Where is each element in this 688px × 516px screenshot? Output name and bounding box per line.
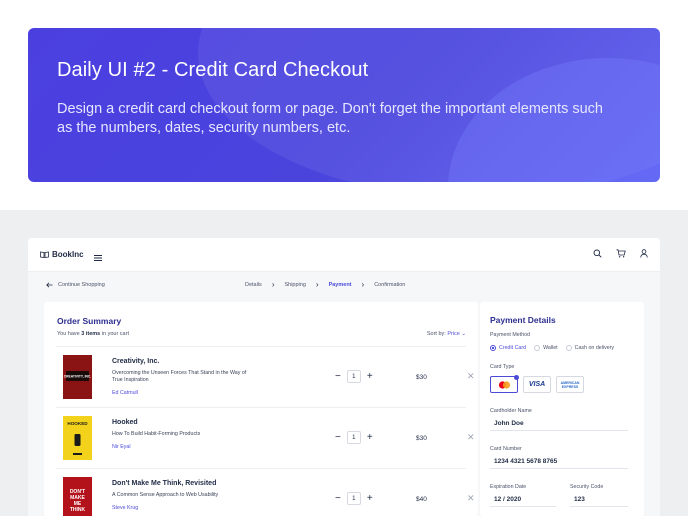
mastercard-icon xyxy=(498,380,510,389)
book-cover-image: DON'T MAKE ME THINK xyxy=(63,477,92,516)
book-cover-image: CREATIVITY, INC. xyxy=(63,355,92,399)
checkout-stepper: Continue Shopping Details › Shipping › P… xyxy=(28,278,660,294)
increase-button[interactable]: + xyxy=(367,432,373,443)
remove-item-icon[interactable]: ✕ xyxy=(467,493,475,504)
quantity-value[interactable]: 1 xyxy=(346,492,361,505)
cart-count-suffix: in your cart xyxy=(100,331,129,337)
quantity-value[interactable]: 1 xyxy=(346,431,361,444)
expiration-date-label: Expiration Date xyxy=(490,484,527,490)
chevron-right-icon: › xyxy=(271,280,275,289)
book-title[interactable]: Creativity, Inc. xyxy=(112,358,159,365)
chevron-right-icon: › xyxy=(361,280,365,289)
cardholder-name-input[interactable]: John Doe xyxy=(490,417,628,431)
radio-icon xyxy=(534,345,541,351)
security-code-label: Security Code xyxy=(570,484,604,490)
method-label: Cash on delivery xyxy=(574,345,615,351)
card-type-mastercard[interactable] xyxy=(490,375,519,393)
quantity-stepper: − 1 + xyxy=(335,492,373,505)
method-label: Wallet xyxy=(543,345,558,351)
top-navbar: BookInc xyxy=(28,238,660,272)
search-icon[interactable] xyxy=(593,249,602,258)
remove-item-icon[interactable]: ✕ xyxy=(467,432,475,443)
method-label: Credit Card xyxy=(499,345,527,351)
step-payment[interactable]: Payment xyxy=(329,282,352,288)
increase-button[interactable]: + xyxy=(367,493,373,504)
method-cash-on-delivery[interactable]: Cash on delivery xyxy=(565,345,615,351)
item-price: $40 xyxy=(416,496,427,503)
banner-title: Daily UI #2 - Credit Card Checkout xyxy=(57,59,369,81)
book-subtitle: Overcoming the Unseen Forces That Stand … xyxy=(112,370,247,383)
sort-label: Sort by: xyxy=(426,331,448,337)
book-subtitle: A Common Sense Approach to Web Usability xyxy=(112,492,219,498)
book-author[interactable]: Nir Eyal xyxy=(112,444,131,450)
item-price: $30 xyxy=(416,435,427,442)
payment-method-label: Payment Method xyxy=(490,332,531,338)
payment-details-card: Payment Details Payment Method Credit Ca… xyxy=(480,302,644,516)
step-shipping[interactable]: Shipping xyxy=(284,282,305,288)
continue-shopping-link[interactable]: Continue Shopping xyxy=(46,282,105,288)
hero-banner: Daily UI #2 - Credit Card Checkout Desig… xyxy=(28,28,660,182)
cart-count-value: 3 items xyxy=(81,331,101,337)
book-title[interactable]: Don't Make Me Think, Revisited xyxy=(112,480,216,487)
cart-item: HOOKED Hooked How To Build Habit-Forming… xyxy=(56,407,475,468)
hamburger-menu-icon[interactable] xyxy=(94,249,102,267)
continue-shopping-label: Continue Shopping xyxy=(58,282,105,288)
decrease-button[interactable]: − xyxy=(335,432,341,443)
decrease-button[interactable]: − xyxy=(335,493,341,504)
visa-icon: VISA xyxy=(528,381,546,388)
book-cover-image: HOOKED xyxy=(63,416,92,460)
radio-selected-icon xyxy=(490,345,496,351)
svg-text:HOOKED: HOOKED xyxy=(67,421,88,426)
security-code-input[interactable]: 123 xyxy=(570,493,628,507)
user-icon[interactable] xyxy=(640,249,648,258)
radio-icon xyxy=(565,345,572,351)
chevron-right-icon: › xyxy=(315,280,319,289)
cart-icon[interactable] xyxy=(616,249,626,258)
cart-item: DON'T MAKE ME THINK Don't Make Me Think,… xyxy=(56,468,475,516)
step-confirmation[interactable]: Confirmation xyxy=(374,282,405,288)
brand-name: BookInc xyxy=(52,250,84,259)
sort-dropdown[interactable]: Sort by: Price ⌄ xyxy=(427,331,466,337)
card-type-amex[interactable]: AMERICAN EXPRESS xyxy=(556,376,584,393)
brand-logo[interactable]: BookInc xyxy=(40,250,84,259)
decrease-button[interactable]: − xyxy=(335,371,341,382)
order-summary-title: Order Summary xyxy=(57,316,122,326)
sort-value: Price xyxy=(447,331,460,337)
svg-text:THINK: THINK xyxy=(70,507,86,513)
book-title[interactable]: Hooked xyxy=(112,419,138,426)
order-summary-card: Order Summary You have 3 items in your c… xyxy=(44,302,478,516)
card-type-label: Card Type xyxy=(490,364,515,370)
remove-item-icon[interactable]: ✕ xyxy=(467,371,475,382)
card-type-group: VISA AMERICAN EXPRESS xyxy=(490,375,584,393)
payment-details-title: Payment Details xyxy=(490,315,556,325)
selected-indicator-icon xyxy=(514,375,519,380)
method-wallet[interactable]: Wallet xyxy=(534,345,558,351)
banner-description: Design a credit card checkout form or pa… xyxy=(57,101,603,136)
arrow-left-icon xyxy=(46,282,53,288)
card-number-input[interactable]: 1234 4321 5678 8765 xyxy=(490,455,628,469)
quantity-stepper: − 1 + xyxy=(335,431,373,444)
cardholder-label: Cardholder Name xyxy=(490,408,532,414)
book-subtitle: How To Build Habit-Forming Products xyxy=(112,431,201,437)
book-author[interactable]: Steve Krug xyxy=(112,505,138,511)
svg-text:CREATIVITY, INC.: CREATIVITY, INC. xyxy=(64,375,91,379)
cart-item: CREATIVITY, INC. Creativity, Inc. Overco… xyxy=(56,346,475,407)
cart-count: You have 3 items in your cart xyxy=(57,331,129,337)
card-type-visa[interactable]: VISA xyxy=(523,376,551,393)
book-author[interactable]: Ed Catmull xyxy=(112,390,138,396)
item-price: $30 xyxy=(416,374,427,381)
chevron-down-icon: ⌄ xyxy=(461,331,466,337)
step-details[interactable]: Details xyxy=(245,282,262,288)
increase-button[interactable]: + xyxy=(367,371,373,382)
method-credit-card[interactable]: Credit Card xyxy=(490,345,526,351)
book-icon xyxy=(40,251,49,258)
payment-method-group: Credit Card Wallet Cash on delivery xyxy=(490,345,622,351)
checkout-app: BookInc Continue Shopping Details › Ship… xyxy=(28,238,660,516)
quantity-value[interactable]: 1 xyxy=(346,370,361,383)
quantity-stepper: − 1 + xyxy=(335,370,373,383)
cart-count-prefix: You have xyxy=(57,331,82,337)
expiration-date-input[interactable]: 12 / 2020 xyxy=(490,493,556,507)
amex-icon: AMERICAN EXPRESS xyxy=(560,380,580,389)
card-number-label: Card Number xyxy=(490,446,522,452)
